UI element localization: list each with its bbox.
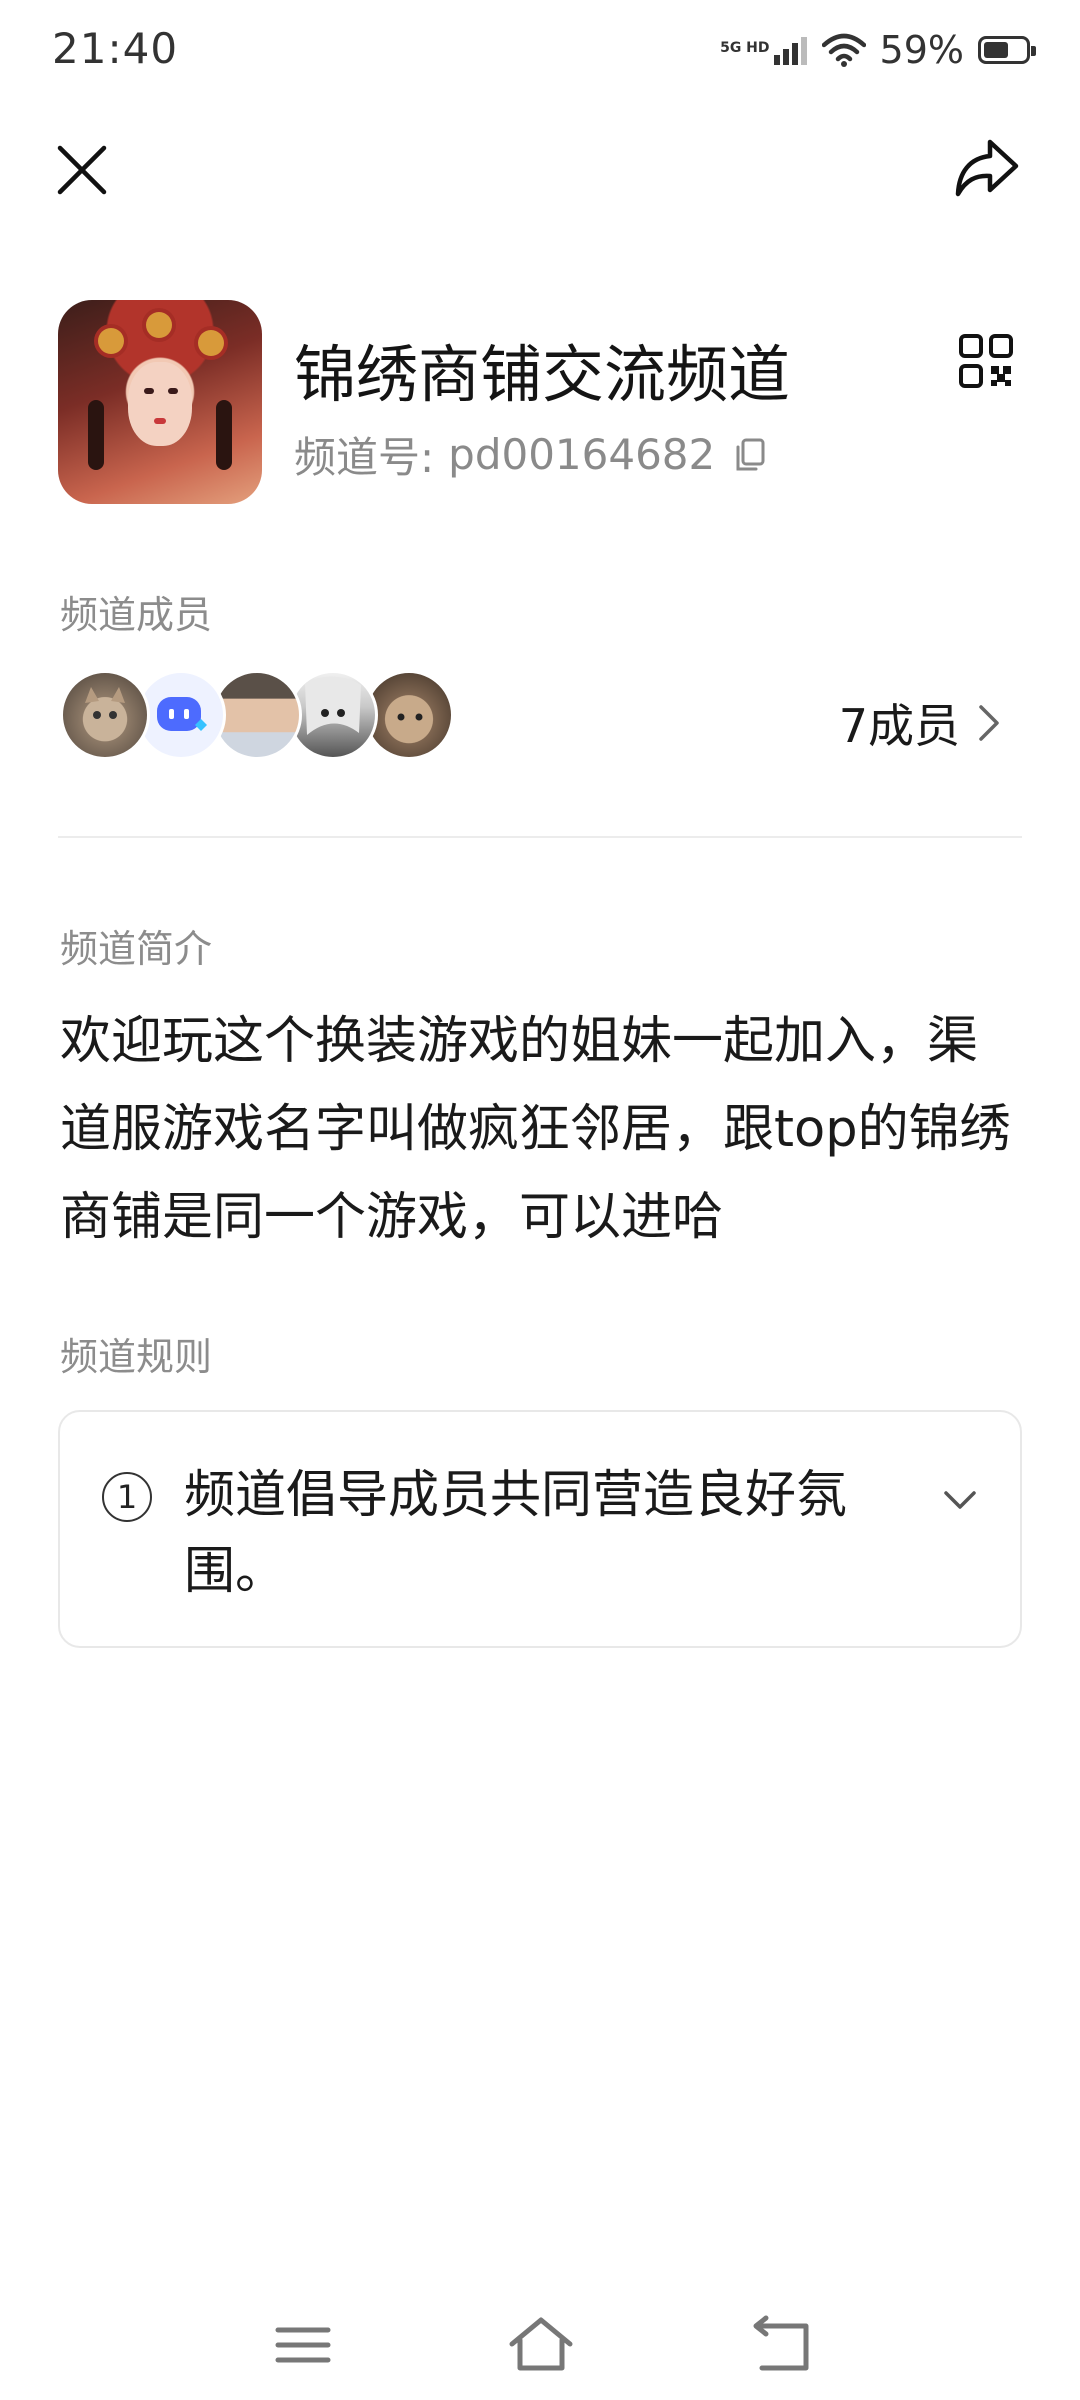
copy-icon[interactable] <box>733 437 767 473</box>
members-section-label: 频道成员 <box>60 593 213 637</box>
signal-icon: 5G HD <box>720 35 807 65</box>
member-avatars[interactable] <box>60 670 480 762</box>
member-count-link[interactable]: 7成员 <box>839 690 1000 756</box>
chevron-down-icon[interactable] <box>940 1480 980 1520</box>
member-avatar-cat <box>60 670 150 760</box>
channel-title: 锦绣商铺交流频道 <box>294 338 791 411</box>
channel-id-row: 频道号: pd00164682 <box>294 424 767 485</box>
battery-icon <box>978 36 1036 64</box>
qr-code-icon[interactable] <box>958 333 1014 389</box>
battery-percent: 59% <box>879 28 964 72</box>
channel-id-value: pd00164682 <box>448 430 716 479</box>
rule-card[interactable]: 1 频道倡导成员共同营造良好氛围。 <box>58 1410 1022 1648</box>
back-icon[interactable] <box>748 2310 818 2380</box>
rule-number: 1 <box>102 1472 152 1522</box>
close-icon[interactable] <box>52 140 112 200</box>
member-count-label: 7成员 <box>838 699 960 753</box>
section-divider <box>58 836 1022 838</box>
network-type-label: 5G HD <box>720 40 770 56</box>
channel-avatar <box>58 300 262 504</box>
status-indicators: 5G HD 59% <box>720 28 1036 72</box>
rules-section-label: 频道规则 <box>60 1335 213 1379</box>
rule-text: 频道倡导成员共同营造良好氛围。 <box>184 1466 848 1601</box>
intro-section-label: 频道简介 <box>60 927 213 971</box>
channel-intro-text: 欢迎玩这个换装游戏的姐妹一起加入，渠道服游戏名字叫做疯狂邻居，跟top的锦绣商铺… <box>60 1012 1011 1247</box>
menu-icon[interactable] <box>268 2310 338 2380</box>
wifi-icon <box>821 33 866 67</box>
channel-id-label: 频道号: <box>294 433 435 482</box>
home-icon[interactable] <box>506 2310 576 2380</box>
chevron-right-icon <box>979 705 999 741</box>
share-icon[interactable] <box>950 134 1022 206</box>
status-time: 21:40 <box>52 24 179 73</box>
